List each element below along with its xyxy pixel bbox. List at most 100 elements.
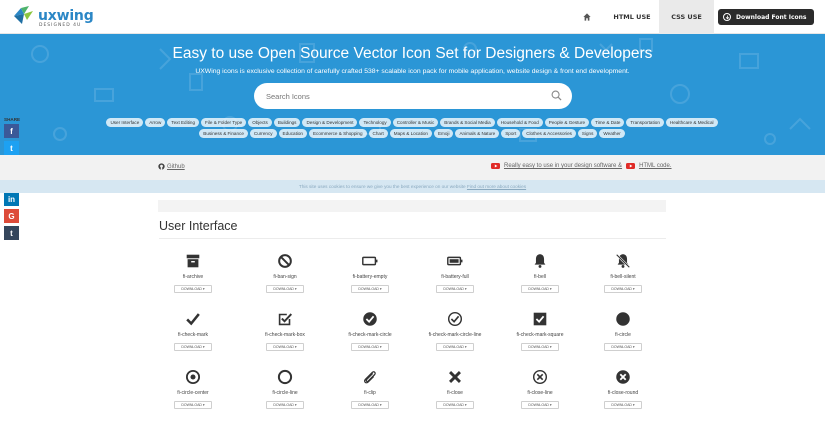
icon-card[interactable]: fi-battery-empty DOWNLOAD ▾ [335, 252, 405, 307]
download-dropdown-button[interactable]: DOWNLOAD ▾ [266, 343, 304, 351]
download-dropdown-button[interactable]: DOWNLOAD ▾ [604, 343, 642, 351]
icon-card[interactable]: fi-bell DOWNLOAD ▾ [505, 252, 575, 307]
icon-card[interactable]: fi-circle DOWNLOAD ▾ [588, 310, 658, 365]
category-pill[interactable]: Maps & Location [389, 129, 432, 138]
download-dropdown-button[interactable]: DOWNLOAD ▾ [604, 401, 642, 409]
nav-css-use[interactable]: CSS USE [659, 0, 714, 34]
icon-card[interactable]: fi-circle-line DOWNLOAD ▾ [250, 368, 320, 423]
icon-name: fi-bell [534, 274, 546, 280]
ban-sign-icon[interactable] [250, 252, 320, 270]
facebook-share-button[interactable]: f [4, 124, 19, 138]
circle-line-icon[interactable] [250, 368, 320, 386]
category-pill[interactable]: Education [278, 129, 307, 138]
close-icon[interactable] [420, 368, 490, 386]
google-plus-share-button[interactable]: G [4, 209, 19, 223]
download-dropdown-button[interactable]: DOWNLOAD ▾ [521, 285, 559, 293]
icon-card[interactable]: fi-check-mark-box DOWNLOAD ▾ [250, 310, 320, 365]
uxwing-logo[interactable]: uxwing DESIGNED 4U [13, 5, 103, 29]
close-line-icon[interactable] [505, 368, 575, 386]
icon-card[interactable]: fi-clip DOWNLOAD ▾ [335, 368, 405, 423]
icon-card[interactable]: fi-close-line DOWNLOAD ▾ [505, 368, 575, 423]
download-dropdown-button[interactable]: DOWNLOAD ▾ [351, 401, 389, 409]
battery-full-icon[interactable] [420, 252, 490, 270]
category-pill[interactable]: Sport [501, 129, 521, 138]
download-dropdown-button[interactable]: DOWNLOAD ▾ [266, 401, 304, 409]
icon-card[interactable]: fi-check-mark-square DOWNLOAD ▾ [505, 310, 575, 365]
category-pill[interactable]: Ecommerce & Shopping [308, 129, 367, 138]
tumblr-share-button[interactable]: t [4, 226, 19, 240]
icon-card[interactable]: fi-battery-full DOWNLOAD ▾ [420, 252, 490, 307]
download-dropdown-button[interactable]: DOWNLOAD ▾ [521, 401, 559, 409]
download-dropdown-button[interactable]: DOWNLOAD ▾ [351, 343, 389, 351]
category-pill[interactable]: Transportation [626, 118, 664, 127]
check-mark-circle-line-icon[interactable] [420, 310, 490, 328]
twitter-share-button[interactable]: t [4, 141, 19, 155]
category-pill[interactable]: Currency [249, 129, 277, 138]
category-pill[interactable]: Buildings [273, 118, 301, 127]
bell-icon[interactable] [505, 252, 575, 270]
download-dropdown-button[interactable]: DOWNLOAD ▾ [174, 343, 212, 351]
check-mark-square-icon[interactable] [505, 310, 575, 328]
icon-card[interactable]: fi-check-mark DOWNLOAD ▾ [158, 310, 228, 365]
category-pill[interactable]: Signs [577, 129, 598, 138]
download-dropdown-button[interactable]: DOWNLOAD ▾ [604, 285, 642, 293]
category-pill[interactable]: Design & Development [302, 118, 358, 127]
category-pill[interactable]: Controller & Music [392, 118, 439, 127]
download-dropdown-button[interactable]: DOWNLOAD ▾ [436, 285, 474, 293]
search-input[interactable] [266, 88, 536, 104]
download-dropdown-button[interactable]: DOWNLOAD ▾ [174, 285, 212, 293]
search-icon[interactable] [551, 90, 562, 101]
home-button[interactable] [572, 0, 602, 34]
category-pill[interactable]: File & Folder Type [201, 118, 247, 127]
nav-html-use[interactable]: HTML USE [607, 0, 657, 34]
search-box[interactable] [254, 83, 572, 109]
check-mark-circle-icon[interactable] [335, 310, 405, 328]
category-pill[interactable]: Healthcare & Medical [665, 118, 718, 127]
download-dropdown-button[interactable]: DOWNLOAD ▾ [174, 401, 212, 409]
battery-empty-icon[interactable] [335, 252, 405, 270]
icon-card[interactable]: fi-circle-center DOWNLOAD ▾ [158, 368, 228, 423]
category-pill[interactable]: Time & Date [591, 118, 625, 127]
cookie-link[interactable]: Find out more about cookies [467, 184, 526, 189]
download-font-icons-button[interactable]: Download Font Icons [718, 9, 814, 25]
category-pill[interactable]: Text Editing [167, 118, 200, 127]
category-pill[interactable]: Chart [368, 129, 388, 138]
icon-card[interactable]: fi-close-round DOWNLOAD ▾ [588, 368, 658, 423]
download-dropdown-button[interactable]: DOWNLOAD ▾ [266, 285, 304, 293]
icon-card[interactable]: fi-close DOWNLOAD ▾ [420, 368, 490, 423]
download-dropdown-button[interactable]: DOWNLOAD ▾ [521, 343, 559, 351]
category-pill[interactable]: Animals & Nature [455, 129, 500, 138]
download-dropdown-button[interactable]: DOWNLOAD ▾ [436, 401, 474, 409]
check-mark-box-icon[interactable] [250, 310, 320, 328]
category-pill[interactable]: User Interface [106, 118, 144, 127]
archive-icon[interactable] [158, 252, 228, 270]
category-pill[interactable]: Weather [599, 129, 625, 138]
facebook-icon: f [10, 126, 13, 136]
category-pill[interactable]: People & Gesture [544, 118, 590, 127]
category-pill[interactable]: Emoji [433, 129, 454, 138]
icon-card[interactable]: fi-ban-sign DOWNLOAD ▾ [250, 252, 320, 307]
linkedin-share-button[interactable]: in [4, 192, 19, 206]
youtube-html-link[interactable]: HTML code. [639, 163, 671, 169]
icon-card[interactable]: fi-bell-silent DOWNLOAD ▾ [588, 252, 658, 307]
category-pill[interactable]: Technology [359, 118, 391, 127]
check-mark-icon[interactable] [158, 310, 228, 328]
download-dropdown-button[interactable]: DOWNLOAD ▾ [351, 285, 389, 293]
icon-card[interactable]: fi-archive DOWNLOAD ▾ [158, 252, 228, 307]
youtube-design-link[interactable]: Really easy to use in your design softwa… [504, 163, 622, 169]
clip-icon[interactable] [335, 368, 405, 386]
bell-silent-icon[interactable] [588, 252, 658, 270]
download-dropdown-button[interactable]: DOWNLOAD ▾ [436, 343, 474, 351]
circle-center-icon[interactable] [158, 368, 228, 386]
category-pill[interactable]: Brands & Social Media [440, 118, 495, 127]
category-pill[interactable]: Objects [248, 118, 272, 127]
category-pill[interactable]: Arrow [145, 118, 166, 127]
close-round-icon[interactable] [588, 368, 658, 386]
github-link[interactable]: Github [158, 163, 185, 170]
category-pill[interactable]: Clothes & Accessories [522, 129, 576, 138]
circle-icon[interactable] [588, 310, 658, 328]
icon-card[interactable]: fi-check-mark-circle DOWNLOAD ▾ [335, 310, 405, 365]
category-pill[interactable]: Business & Finance [199, 129, 248, 138]
category-pill[interactable]: Household & Food [496, 118, 543, 127]
icon-card[interactable]: fi-check-mark-circle-line DOWNLOAD ▾ [420, 310, 490, 365]
